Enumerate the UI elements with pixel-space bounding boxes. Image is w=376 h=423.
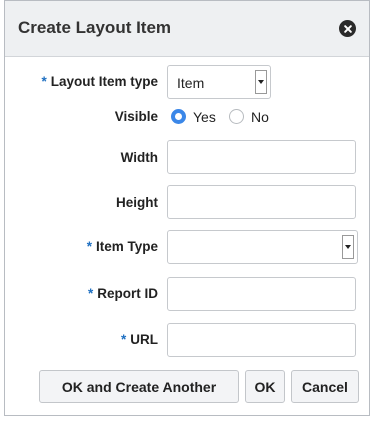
item-type-label: * Item Type bbox=[86, 239, 158, 254]
height-label: Height bbox=[116, 195, 158, 210]
visible-yes-radio[interactable] bbox=[171, 109, 186, 124]
visible-label: Visible bbox=[114, 109, 158, 124]
ok-and-create-another-button[interactable]: OK and Create Another bbox=[39, 370, 239, 403]
create-layout-item-dialog: Create Layout Item * Layout Item type Ite… bbox=[4, 0, 370, 416]
layout-item-type-select[interactable]: Item bbox=[167, 65, 271, 99]
height-input[interactable] bbox=[167, 185, 356, 219]
chevron-down-icon[interactable] bbox=[342, 235, 354, 259]
item-type-select[interactable] bbox=[167, 230, 358, 264]
close-icon[interactable] bbox=[339, 20, 356, 37]
width-label: Width bbox=[120, 150, 158, 165]
required-marker: * bbox=[120, 332, 127, 347]
layout-item-type-label: * Layout Item type bbox=[41, 74, 158, 89]
width-input[interactable] bbox=[167, 140, 356, 174]
url-label: * URL bbox=[120, 332, 158, 347]
report-id-input[interactable] bbox=[167, 277, 356, 311]
required-marker: * bbox=[87, 286, 94, 301]
chevron-down-icon[interactable] bbox=[255, 70, 267, 94]
visible-no-radio[interactable] bbox=[229, 109, 244, 124]
ok-button[interactable]: OK bbox=[245, 370, 285, 403]
visible-yes-label[interactable]: Yes bbox=[193, 109, 216, 125]
cancel-button[interactable]: Cancel bbox=[291, 370, 359, 403]
required-marker: * bbox=[86, 239, 92, 254]
visible-no-label[interactable]: No bbox=[251, 109, 269, 125]
report-id-label: * Report ID bbox=[87, 286, 158, 301]
layout-item-type-value: Item bbox=[177, 75, 205, 91]
required-marker: * bbox=[41, 74, 47, 89]
dialog-titlebar: Create Layout Item bbox=[5, 1, 369, 57]
dialog-title: Create Layout Item bbox=[18, 18, 172, 37]
url-input[interactable] bbox=[167, 323, 356, 357]
